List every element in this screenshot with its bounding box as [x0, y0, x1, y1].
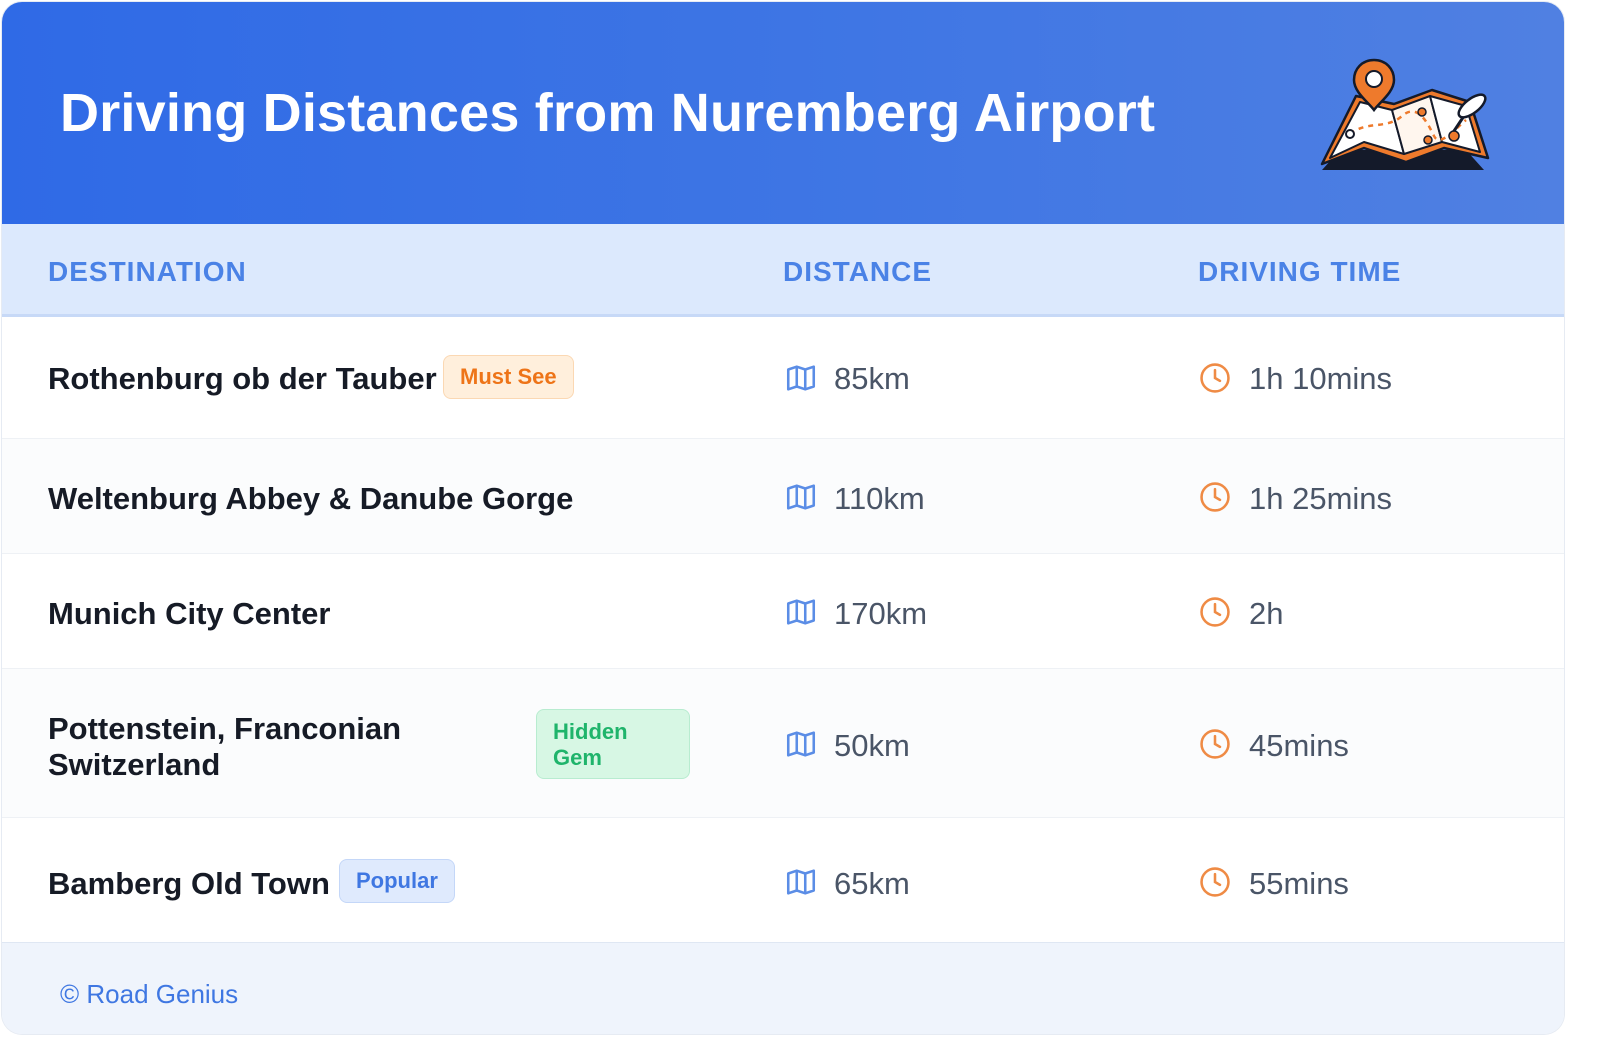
- table-row: Pottenstein, Franconian Switzerland Hidd…: [2, 669, 1564, 818]
- table-header: DESTINATION DISTANCE DRIVING TIME: [2, 224, 1564, 317]
- card-header: Driving Distances from Nuremberg Airport: [2, 2, 1564, 224]
- clock-icon: [1200, 482, 1230, 512]
- driving-time-value: 45mins: [1249, 728, 1349, 763]
- distance-value: 110km: [834, 481, 925, 516]
- table-row: Rothenburg ob der Tauber Must See 85km 1…: [2, 317, 1564, 439]
- map-icon: [786, 869, 816, 895]
- page-title: Driving Distances from Nuremberg Airport: [60, 83, 1156, 143]
- destination-name: Bamberg Old Town: [48, 866, 330, 901]
- map-icon: [786, 599, 816, 625]
- badge-must-see: Must See: [443, 355, 574, 399]
- driving-time-value: 1h 25mins: [1249, 481, 1393, 516]
- table-row: Bamberg Old Town Popular 65km 55mins: [2, 818, 1564, 941]
- column-header-driving-time: DRIVING TIME: [1198, 256, 1402, 287]
- table-row: Weltenburg Abbey & Danube Gorge 110km 1h…: [2, 439, 1564, 554]
- clock-icon: [1200, 597, 1230, 627]
- clock-icon: [1200, 867, 1230, 897]
- driving-time-value: 2h: [1249, 596, 1284, 631]
- brand-credit: © Road Genius: [60, 979, 239, 1009]
- driving-time-value: 55mins: [1249, 866, 1349, 901]
- distance-value: 65km: [834, 866, 910, 901]
- distance-value: 50km: [834, 728, 910, 763]
- destination-name: Weltenburg Abbey & Danube Gorge: [48, 481, 574, 516]
- distance-value: 85km: [834, 361, 910, 396]
- map-icon: [786, 484, 816, 510]
- badge-popular: Popular: [339, 859, 455, 903]
- table-row: Munich City Center 170km 2h: [2, 554, 1564, 669]
- map-icon: [786, 731, 816, 757]
- destination-name: Pottenstein, Franconian Switzerland: [48, 711, 402, 782]
- column-header-destination: DESTINATION: [48, 256, 247, 287]
- driving-time-value: 1h 10mins: [1249, 361, 1393, 396]
- card-footer: © Road Genius: [2, 942, 1564, 1034]
- clock-icon: [1200, 363, 1230, 393]
- column-header-distance: DISTANCE: [783, 256, 933, 287]
- clock-icon: [1200, 729, 1230, 759]
- distance-card: Driving Distances from Nuremberg Airport…: [2, 2, 1564, 1034]
- map-with-pin-icon: [1320, 58, 1490, 170]
- destination-name: Munich City Center: [48, 596, 331, 631]
- distance-value: 170km: [834, 596, 928, 631]
- map-icon: [786, 365, 816, 391]
- badge-hidden-gem: Hidden Gem: [536, 709, 690, 779]
- destination-name: Rothenburg ob der Tauber: [48, 361, 437, 396]
